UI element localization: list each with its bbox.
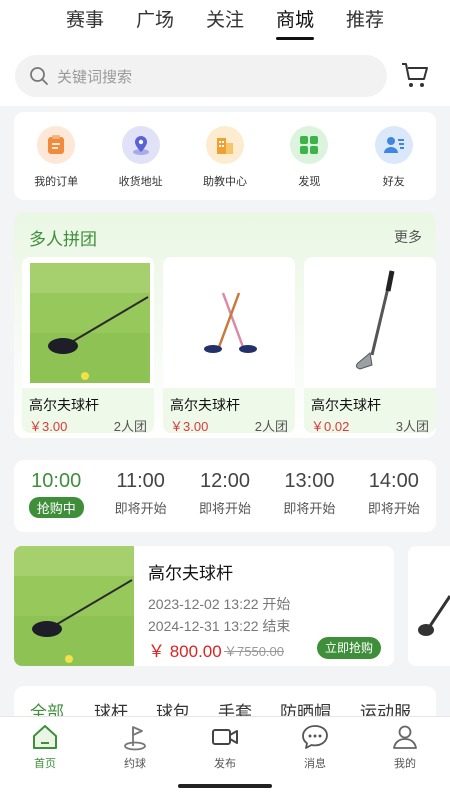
group-product-card[interactable]: 高尔夫球杆 ￥3.00 2人团	[163, 257, 295, 433]
flash-end-time: 2024-12-31 13:22 结束	[148, 618, 291, 634]
time-slot[interactable]: 11:00 即将开始	[98, 460, 182, 532]
next-flash-card-peek[interactable]	[408, 546, 450, 666]
flash-start-time: 2023-12-02 13:22 开始	[148, 596, 291, 612]
group-buy-title: 多人拼团	[29, 230, 97, 249]
nav-label: 发布	[214, 758, 236, 770]
tab-mall[interactable]: 商城	[260, 0, 330, 46]
golf-driver-image	[14, 546, 134, 666]
search-placeholder: 关键词搜索	[57, 68, 133, 86]
slot-time: 10:00	[31, 470, 82, 492]
quick-label: 收货地址	[118, 176, 163, 188]
nav-profile[interactable]: 我的	[360, 717, 450, 800]
group-card-info: 高尔夫球杆 ￥0.02 3人团	[304, 388, 436, 433]
slot-status: 即将开始	[367, 501, 420, 516]
search-input[interactable]: 关键词搜索	[15, 55, 387, 97]
quick-links: 我的订单 收货地址 助教中心 发现 好友	[14, 112, 436, 200]
video-icon	[212, 729, 238, 745]
group-product-card[interactable]: 高尔夫球杆 ￥3.00 2人团	[22, 257, 154, 433]
nav-messages[interactable]: 消息	[270, 717, 360, 800]
tab-square[interactable]: 广场	[120, 0, 190, 46]
group-product-card[interactable]: 高尔夫球杆 ￥0.02 3人团	[304, 257, 436, 433]
buy-now-button[interactable]: 立即抢购	[317, 637, 381, 659]
friends-icon	[374, 126, 413, 164]
quick-my-orders[interactable]: 我的订单	[21, 126, 91, 200]
quick-discover[interactable]: 发现	[274, 126, 344, 200]
flash-sale-time-slots: 10:00 抢购中 11:00 即将开始 12:00 即将开始 13:00 即将…	[14, 460, 436, 532]
slot-status: 即将开始	[283, 501, 336, 516]
product-name: 高尔夫球杆	[170, 397, 240, 413]
quick-label: 好友	[382, 176, 405, 188]
flash-price: ￥ 800.00	[148, 642, 222, 661]
order-icon	[37, 126, 76, 164]
time-slot[interactable]: 10:00 抢购中	[14, 460, 98, 532]
team-size: 3人团	[395, 419, 429, 433]
flash-original-price: ￥7550.00	[224, 644, 284, 659]
product-name: 高尔夫球杆	[29, 397, 99, 413]
nav-label: 首页	[34, 758, 56, 770]
group-buy-more-link[interactable]: 更多	[394, 227, 422, 247]
nav-label: 消息	[304, 758, 326, 770]
location-icon	[121, 126, 160, 164]
building-icon	[205, 126, 244, 164]
nav-match[interactable]: 约球	[90, 717, 180, 800]
quick-label: 发现	[298, 176, 321, 188]
slot-time: 13:00	[284, 470, 335, 492]
time-slot[interactable]: 13:00 即将开始	[267, 460, 351, 532]
flash-sale-card[interactable]: 高尔夫球杆 2023-12-02 13:22 开始 2024-12-31 13:…	[14, 546, 394, 666]
quick-label: 我的订单	[34, 176, 79, 188]
nav-home[interactable]: 首页	[0, 717, 90, 800]
time-slot[interactable]: 14:00 即将开始	[352, 460, 436, 532]
nav-label: 约球	[124, 758, 146, 770]
cart-icon[interactable]	[400, 60, 430, 90]
group-card-info: 高尔夫球杆 ￥3.00 2人团	[22, 388, 154, 433]
nav-label: 我的	[394, 758, 416, 770]
message-icon	[302, 725, 328, 749]
flash-product-name: 高尔夫球杆	[148, 564, 233, 583]
group-buy-section: 多人拼团 更多 高尔夫球杆 ￥3.00 2人团 高尔夫球杆 ￥3.00 2人团 …	[14, 212, 436, 438]
search-icon	[30, 67, 48, 85]
slot-time: 11:00	[116, 470, 165, 492]
product-price: ￥3.00	[29, 419, 68, 433]
search-row: 关键词搜索	[0, 46, 450, 106]
crossed-clubs-image	[171, 263, 291, 383]
product-name: 高尔夫球杆	[311, 397, 381, 413]
quick-assistant-center[interactable]: 助教中心	[190, 126, 260, 200]
flag-icon	[124, 726, 146, 751]
grid-icon	[290, 126, 329, 164]
time-slot[interactable]: 12:00 即将开始	[183, 460, 267, 532]
tab-follow[interactable]: 关注	[190, 0, 260, 46]
user-icon	[393, 725, 417, 749]
slot-time: 12:00	[199, 470, 251, 492]
iron-club-image	[312, 263, 432, 383]
top-tab-bar: 赛事 广场 关注 商城 推荐	[0, 0, 450, 46]
team-size: 2人团	[254, 419, 288, 433]
golf-driver-image	[30, 263, 150, 383]
slot-status: 抢购中	[28, 497, 84, 518]
slot-status: 即将开始	[114, 501, 167, 516]
group-card-info: 高尔夫球杆 ￥3.00 2人团	[163, 388, 295, 433]
quick-friends[interactable]: 好友	[359, 126, 429, 200]
team-size: 2人团	[113, 419, 147, 433]
tab-recommend[interactable]: 推荐	[330, 0, 400, 46]
home-indicator	[178, 784, 272, 788]
quick-address[interactable]: 收货地址	[106, 126, 176, 200]
product-price: ￥0.02	[311, 419, 350, 433]
quick-label: 助教中心	[202, 176, 247, 188]
product-price: ￥3.00	[170, 419, 209, 433]
home-icon	[33, 725, 57, 749]
tab-events[interactable]: 赛事	[50, 0, 120, 46]
slot-status: 即将开始	[199, 501, 252, 516]
slot-time: 14:00	[368, 470, 419, 492]
